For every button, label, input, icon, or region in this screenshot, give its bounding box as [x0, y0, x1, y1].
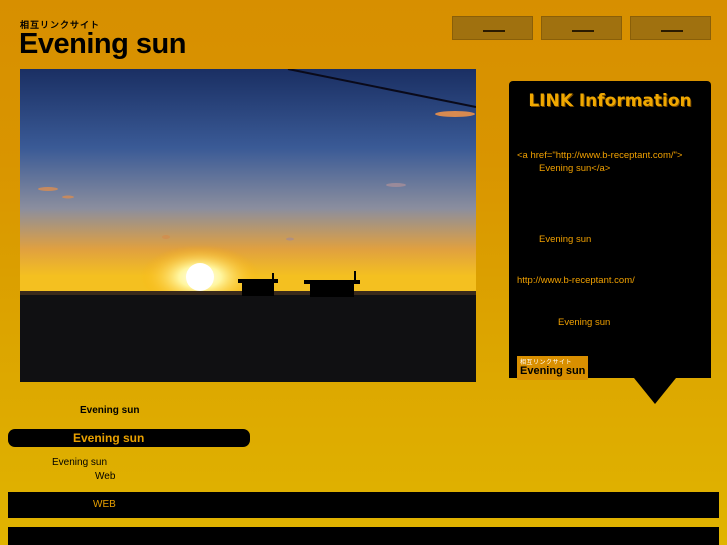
nav-button-1-label	[483, 30, 505, 32]
footer-bar-label[interactable]: WEB	[93, 499, 116, 510]
sidebar-text-1: Evening sun	[52, 457, 108, 468]
link-banner-label: Evening sun	[558, 317, 611, 328]
link-code-line-1: <a href="http://www.b-receptant.com/">	[517, 150, 683, 161]
sidebar-text-2: Web	[95, 471, 116, 482]
sidebar-pill[interactable]: Evening sun	[8, 429, 250, 447]
link-banner-name: Evening sun	[520, 365, 586, 377]
site-title[interactable]: Evening sun	[19, 28, 186, 61]
nav-button-3-label	[661, 30, 683, 32]
footer-bar: WEB	[8, 492, 719, 518]
link-url[interactable]: http://www.b-receptant.com/	[517, 275, 635, 286]
panel-pointer	[634, 378, 676, 404]
nav-button-2[interactable]	[541, 16, 622, 40]
link-info-title: LINK Information	[528, 91, 692, 111]
hero-photo	[20, 69, 476, 382]
nav-button-3[interactable]	[630, 16, 711, 40]
link-info-panel: LINK Information <a href="http://www.b-r…	[509, 81, 711, 378]
link-site-name: Evening sun	[539, 234, 592, 245]
nav-button-2-label	[572, 30, 594, 32]
nav-button-1[interactable]	[452, 16, 533, 40]
sidebar-heading: Evening sun	[80, 405, 140, 416]
link-banner[interactable]: 相互リンクサイト Evening sun	[517, 356, 588, 380]
footer-bar-2	[8, 527, 719, 545]
link-code-line-2: Evening sun</a>	[539, 163, 611, 174]
